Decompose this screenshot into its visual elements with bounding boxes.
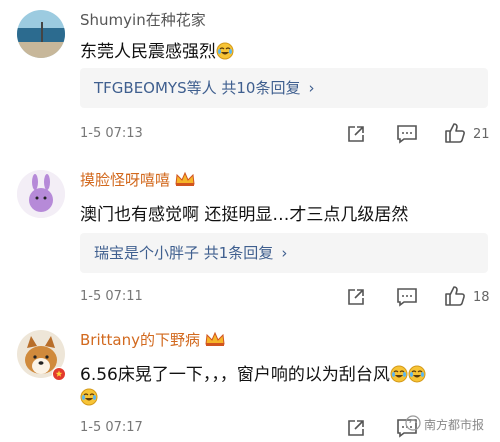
laugh-cry-emoji — [390, 365, 408, 388]
username[interactable]: 摸脸怪呀嘻嘻 — [80, 169, 196, 191]
reply-summary[interactable]: TFGBEOMYS等人 共10条回复 › — [80, 68, 488, 108]
chevron-right-icon: › — [308, 79, 315, 97]
comment-time: 1-5 07:17 — [80, 420, 143, 435]
comment-text: 6.56床晃了一下，，，窗户响的以为刮台风 — [80, 360, 426, 388]
avatar[interactable] — [17, 170, 65, 218]
watermark: 南方都市报 — [405, 415, 484, 434]
like-icon[interactable] — [444, 122, 466, 148]
username[interactable]: Shumyin在种花家 — [80, 9, 206, 30]
vip-crown-badge — [174, 171, 196, 191]
reply-summary-text: TFGBEOMYS等人 共10条回复 — [94, 79, 301, 97]
comment-item: Shumyin在种花家 东莞人民震感强烈 TFGBEOMYS等人 共10条回复 ›… — [0, 0, 500, 152]
comment-text: 东莞人民震感强烈 — [80, 37, 234, 65]
comment-time: 1-5 07:13 — [80, 126, 143, 141]
chevron-right-icon: › — [281, 244, 288, 262]
share-icon[interactable] — [346, 418, 366, 442]
like-count: 18 — [473, 290, 490, 305]
comment-text-body: 东莞人民震感强烈 — [80, 42, 216, 62]
share-icon[interactable] — [346, 124, 366, 148]
like-icon[interactable] — [444, 285, 466, 311]
comment-text: 澳门也有感觉啊 还挺明显…才三点几级居然 — [80, 205, 409, 225]
flag-badge — [52, 366, 66, 385]
comment-item: 摸脸怪呀嘻嘻 澳门也有感觉啊 还挺明显…才三点几级居然 瑞宝是个小胖子 共1条回… — [0, 160, 500, 310]
watermark-text: 南方都市报 — [423, 418, 484, 432]
username-text: Brittany的下野病 — [80, 331, 200, 349]
username-text: 摸脸怪呀嘻嘻 — [80, 171, 171, 189]
avatar[interactable] — [17, 10, 65, 58]
like-count: 21 — [473, 127, 490, 142]
comment-time: 1-5 07:11 — [80, 289, 143, 304]
share-icon[interactable] — [346, 287, 366, 311]
reply-summary[interactable]: 瑞宝是个小胖子 共1条回复 › — [80, 233, 488, 273]
vip-crown-badge — [204, 331, 226, 351]
laugh-cry-emoji — [216, 42, 234, 65]
laugh-cry-emoji — [408, 365, 426, 388]
comment-text-body: 6.56床晃了一下，，，窗户响的以为刮台风 — [80, 365, 390, 385]
username[interactable]: Brittany的下野病 — [80, 329, 226, 351]
reply-summary-text: 瑞宝是个小胖子 共1条回复 — [94, 244, 274, 262]
watermark-logo-icon — [405, 415, 421, 434]
comment-icon[interactable] — [396, 124, 418, 148]
comment-icon[interactable] — [396, 287, 418, 311]
laugh-cry-emoji — [80, 388, 98, 410]
